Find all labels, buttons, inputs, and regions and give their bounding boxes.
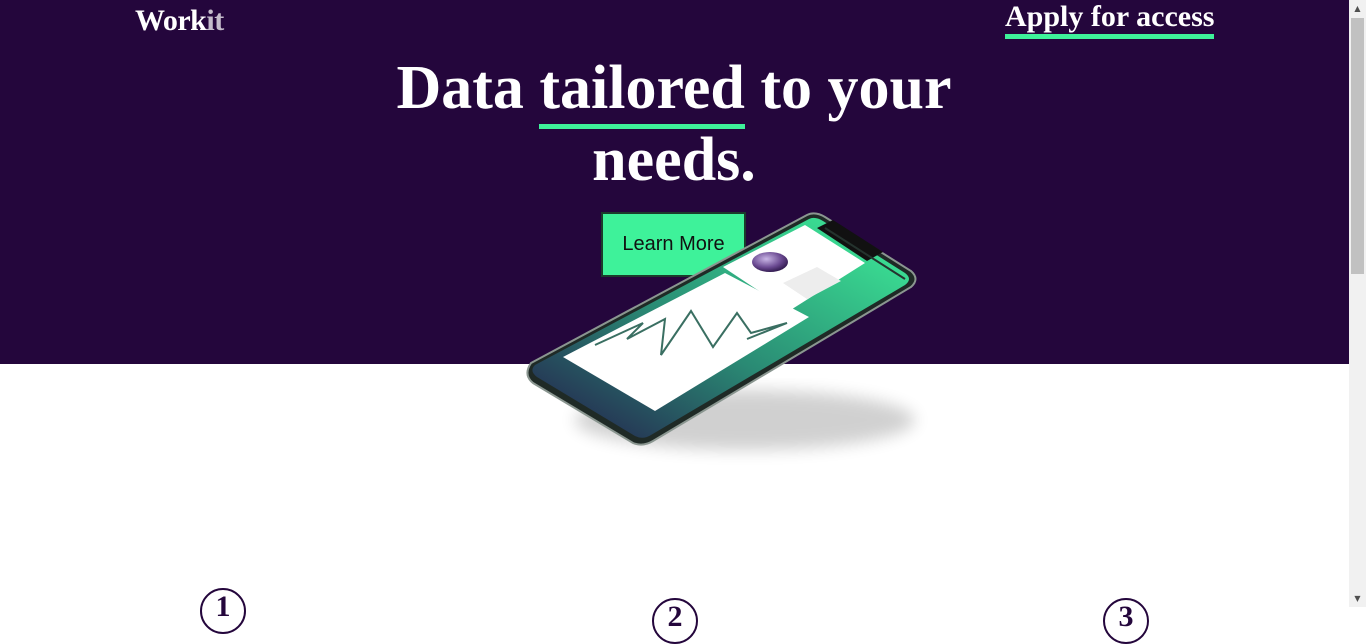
step-number-3: 3 [1103, 598, 1149, 644]
headline-highlight-word: tailored [539, 54, 745, 129]
hero-headline: Data tailored to your needs. [374, 52, 974, 196]
logo[interactable]: Workit [135, 4, 224, 38]
phone-illustration [526, 212, 917, 450]
headline-text-start: Data [396, 54, 540, 122]
step-number-2: 2 [652, 598, 698, 644]
logo-text-accent: it [206, 4, 224, 37]
logo-text-main: Work [135, 4, 207, 37]
triangle-up-icon[interactable]: ▲ [1349, 0, 1366, 17]
apply-for-access-link[interactable]: Apply for access [1005, 0, 1214, 39]
triangle-down-icon[interactable]: ▼ [1349, 590, 1366, 607]
step-number-1: 1 [200, 588, 246, 634]
scrollbar-thumb[interactable] [1351, 18, 1364, 274]
avatar [752, 252, 788, 272]
vertical-scrollbar[interactable]: ▲ ▼ [1349, 0, 1366, 607]
